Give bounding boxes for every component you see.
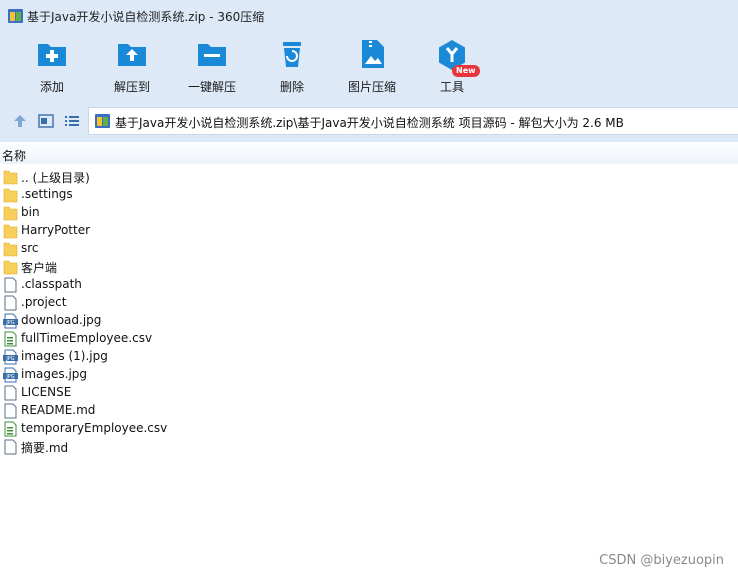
archive-icon	[95, 114, 110, 128]
delete-button[interactable]: 删除	[252, 32, 332, 100]
path-field[interactable]: 基于Java开发小说自检测系统.zip\基于Java开发小说自检测系统 项目源码…	[88, 107, 738, 135]
file-name: .. (上级目录)	[21, 171, 90, 185]
file-row[interactable]: 摘要.md	[0, 438, 400, 456]
file-name: 客户端	[21, 261, 58, 275]
file-row[interactable]: JPG download.jpg	[0, 312, 400, 330]
title-bar: 基于Java开发小说自检测系统.zip - 360压缩	[0, 0, 738, 32]
svg-text:JPG: JPG	[5, 374, 14, 380]
csv-file-icon	[3, 331, 18, 347]
add-button[interactable]: 添加	[12, 32, 92, 100]
tools-label: 工具	[439, 80, 464, 94]
file-row[interactable]: .classpath	[0, 276, 400, 294]
jpg-file-icon: JPG	[3, 367, 18, 383]
path-text: 基于Java开发小说自检测系统.zip\基于Java开发小说自检测系统 项目源码…	[115, 116, 624, 130]
file-row[interactable]: JPG images.jpg	[0, 366, 400, 384]
extract-to-button[interactable]: 解压到	[92, 32, 172, 100]
file-name: images.jpg	[21, 367, 88, 381]
tools-button[interactable]: 工具	[412, 32, 492, 100]
one-click-extract-icon	[198, 44, 226, 66]
column-header-label: 名称	[2, 149, 27, 163]
column-header-name[interactable]: 名称	[0, 144, 738, 164]
file-icon	[3, 439, 18, 455]
file-icon	[3, 277, 18, 293]
folder-icon	[3, 223, 18, 239]
folder-icon	[3, 259, 18, 275]
svg-text:JPG: JPG	[5, 320, 14, 326]
main-toolbar: 添加 解压到 一键解压 删除 图片压缩 工具 New	[0, 32, 738, 100]
file-icon	[3, 403, 18, 419]
file-name: .project	[21, 295, 67, 309]
file-row[interactable]: bin	[0, 204, 400, 222]
image-compress-label: 图片压缩	[347, 80, 396, 94]
file-name: .classpath	[21, 277, 82, 291]
image-compress-button[interactable]: 图片压缩	[332, 32, 412, 100]
one-click-extract-label: 一键解压	[187, 80, 236, 94]
svg-text:JPG: JPG	[5, 356, 14, 362]
file-name: download.jpg	[21, 313, 102, 327]
file-row[interactable]: .. (上级目录)	[0, 168, 400, 186]
jpg-file-icon: JPG	[3, 313, 18, 329]
csv-file-icon	[3, 421, 18, 437]
watermark: CSDN @biyezuopin	[599, 553, 724, 568]
add-label: 添加	[39, 80, 64, 94]
file-name: LICENSE	[21, 385, 72, 399]
trash-icon	[283, 42, 301, 67]
thumbnail-view-icon[interactable]	[38, 114, 54, 128]
file-row[interactable]: README.md	[0, 402, 400, 420]
file-name: 摘要.md	[21, 441, 69, 455]
file-icon	[3, 385, 18, 401]
archive-icon	[8, 9, 23, 23]
file-name: bin	[21, 205, 40, 219]
jpg-file-icon: JPG	[3, 349, 18, 365]
file-row[interactable]: temporaryEmployee.csv	[0, 420, 400, 438]
up-arrow-icon[interactable]	[12, 114, 28, 128]
folder-icon	[3, 169, 18, 185]
file-name: images (1).jpg	[21, 349, 108, 363]
window-title: 基于Java开发小说自检测系统.zip - 360压缩	[27, 10, 265, 24]
extract-to-label: 解压到	[113, 80, 150, 94]
one-click-extract-button[interactable]: 一键解压	[172, 32, 252, 100]
new-badge: New	[452, 65, 480, 77]
file-row[interactable]: LICENSE	[0, 384, 400, 402]
file-row[interactable]: .settings	[0, 186, 400, 204]
folder-icon	[3, 187, 18, 203]
file-name: .settings	[21, 187, 73, 201]
file-row[interactable]: JPG images (1).jpg	[0, 348, 400, 366]
add-folder-icon	[38, 44, 66, 66]
delete-label: 删除	[279, 80, 304, 94]
file-name: fullTimeEmployee.csv	[21, 331, 153, 345]
file-row[interactable]: src	[0, 240, 400, 258]
file-row[interactable]: 客户端	[0, 258, 400, 276]
extract-to-icon	[118, 44, 146, 66]
folder-icon	[3, 205, 18, 221]
file-name: HarryPotter	[21, 223, 91, 237]
file-row[interactable]: fullTimeEmployee.csv	[0, 330, 400, 348]
folder-icon	[3, 241, 18, 257]
file-row[interactable]: .project	[0, 294, 400, 312]
file-name: README.md	[21, 403, 96, 417]
file-name: temporaryEmployee.csv	[21, 421, 168, 435]
file-name: src	[21, 241, 39, 255]
list-view-icon[interactable]	[64, 114, 80, 128]
image-compress-icon	[362, 40, 384, 68]
file-icon	[3, 295, 18, 311]
file-row[interactable]: HarryPotter	[0, 222, 400, 240]
